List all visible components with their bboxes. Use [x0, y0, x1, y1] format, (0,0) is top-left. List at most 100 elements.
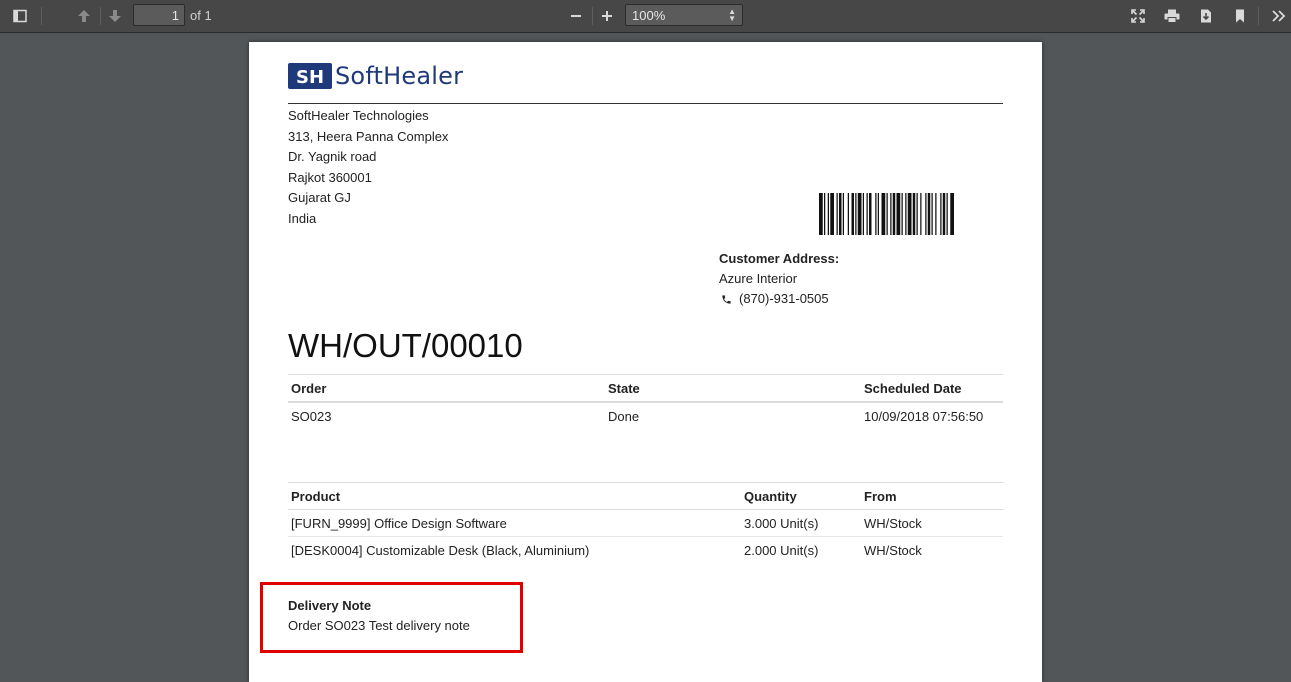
address-line: Dr. Yagnik road	[288, 149, 377, 165]
from-location-cell: WH/Stock	[861, 509, 1003, 537]
fullscreen-icon[interactable]	[1125, 4, 1151, 28]
barcode-bar	[886, 193, 888, 235]
product-cell: [DESK0004] Customizable Desk (Black, Alu…	[291, 542, 590, 558]
select-arrows-icon: ▲ ▼	[728, 7, 736, 23]
barcode-bar	[925, 193, 927, 235]
barcode-bar	[912, 193, 916, 235]
delivery-note: Delivery Note Order SO023 Test delivery …	[288, 596, 470, 636]
address-line: India	[288, 210, 317, 226]
company-logo: SH SoftHealer	[288, 62, 463, 90]
barcode-bar	[875, 193, 877, 235]
header-divider	[288, 103, 1003, 104]
quantity-cell: 2.000 Unit(s)	[744, 542, 819, 558]
print-icon[interactable]	[1159, 4, 1185, 28]
barcode-bar	[907, 193, 912, 235]
column-header-quantity: Quantity	[741, 482, 861, 510]
customer-address: Customer Address: Azure Interior (870)-9…	[719, 249, 839, 309]
table-row: [FURN_9999] Office Design Software 3.000…	[288, 509, 1003, 537]
sidebar-toggle-icon[interactable]	[7, 4, 33, 28]
order-table: Order State Scheduled Date SO023 Done 10…	[288, 374, 1003, 429]
barcode-bar	[892, 193, 896, 235]
barcode-bar	[866, 193, 868, 235]
barcode-bar	[842, 193, 844, 235]
delivery-note-text: Order SO023 Test delivery note	[288, 618, 470, 633]
barcode-bar	[950, 193, 954, 235]
picking-reference-title: WH/OUT/00010	[288, 327, 523, 364]
customer-address-label: Customer Address:	[719, 251, 840, 266]
column-header-from: From	[861, 482, 1003, 510]
state-cell: Done	[608, 408, 640, 424]
customer-phone: (870)-931-0505	[739, 291, 829, 306]
delivery-note-label: Delivery Note	[288, 598, 372, 613]
download-icon[interactable]	[1193, 4, 1219, 28]
product-table-header: Product Quantity From	[288, 482, 1003, 510]
barcode-bar	[896, 193, 901, 235]
next-page-icon[interactable]	[102, 4, 128, 28]
order-table-header: Order State Scheduled Date	[288, 374, 1003, 403]
barcode-bar	[847, 193, 849, 235]
zoom-out-icon[interactable]	[563, 4, 589, 28]
company-address: SoftHealer Technologies 313, Heera Panna…	[288, 106, 448, 230]
barcode-bar	[890, 193, 892, 235]
barcode-bar	[901, 193, 903, 235]
order-cell: SO023	[291, 408, 332, 424]
table-row: SO023 Done 10/09/2018 07:56:50	[288, 402, 1003, 429]
toolbar-separator	[100, 7, 101, 25]
logo-text: SoftHealer	[335, 62, 464, 90]
barcode-bar	[830, 193, 834, 235]
barcode	[819, 193, 954, 235]
zoom-select[interactable]: 100% ▲ ▼	[625, 4, 743, 26]
column-header-state: State	[605, 374, 861, 403]
more-tools-icon[interactable]	[1266, 4, 1291, 28]
barcode-bar	[836, 193, 838, 235]
barcode-bar	[857, 193, 862, 235]
quantity-cell: 3.000 Unit(s)	[741, 509, 861, 537]
barcode-bar	[942, 193, 946, 235]
softhealer-logo-mark-icon: SH	[288, 63, 332, 89]
previous-page-icon[interactable]	[71, 4, 97, 28]
product-table: Product Quantity From [FURN_9999] Office…	[288, 482, 1003, 563]
table-row: [DESK0004] Customizable Desk (Black, Alu…	[288, 537, 1003, 564]
barcode-bar	[935, 193, 937, 235]
pdf-toolbar: of 1 100% ▲▼	[0, 0, 1291, 32]
barcode-bar	[862, 193, 864, 235]
barcode-bar	[946, 193, 948, 235]
bookmark-icon[interactable]	[1227, 4, 1253, 28]
address-line: Rajkot 360001	[288, 169, 372, 185]
barcode-bar	[927, 193, 931, 235]
barcode-bar	[855, 193, 857, 235]
column-header-scheduled-date: Scheduled Date	[861, 374, 1003, 403]
barcode-bar	[839, 193, 842, 235]
logo-mark-text: SH	[296, 67, 324, 88]
phone-icon	[722, 294, 731, 304]
barcode-bar	[881, 193, 886, 235]
barcode-bar	[827, 193, 829, 235]
pdf-page: SH SoftHealer SoftHealer Technologies 31…	[249, 42, 1042, 682]
barcode-bar	[869, 193, 872, 235]
barcode-bar	[940, 193, 942, 235]
from-location-cell: WH/Stock	[864, 542, 922, 558]
address-line: SoftHealer Technologies	[288, 108, 429, 123]
column-header-order: Order	[288, 374, 605, 403]
barcode-bar	[819, 193, 823, 235]
page-number-input[interactable]	[133, 4, 185, 26]
page-count-label: of 1	[190, 8, 212, 23]
barcode-bar	[931, 193, 933, 235]
toolbar-separator	[592, 7, 593, 25]
barcode-bar	[877, 193, 879, 235]
customer-name: Azure Interior	[719, 271, 798, 286]
address-line: Gujarat GJ	[288, 190, 351, 206]
barcode-bar	[851, 193, 854, 235]
customer-phone-row: (870)-931-0505	[719, 289, 839, 309]
column-header-product: Product	[288, 482, 741, 510]
product-cell: [FURN_9999] Office Design Software	[288, 509, 741, 537]
barcode-bar	[916, 193, 918, 235]
barcode-bar	[824, 193, 826, 235]
barcode-bar	[920, 193, 922, 235]
barcode-bar	[905, 193, 907, 235]
toolbar-separator	[1258, 7, 1259, 25]
address-line: 313, Heera Panna Complex	[288, 128, 449, 144]
zoom-in-icon[interactable]	[594, 4, 620, 28]
scheduled-date-cell: 10/09/2018 07:56:50	[864, 408, 984, 424]
zoom-value: 100%	[632, 8, 666, 23]
